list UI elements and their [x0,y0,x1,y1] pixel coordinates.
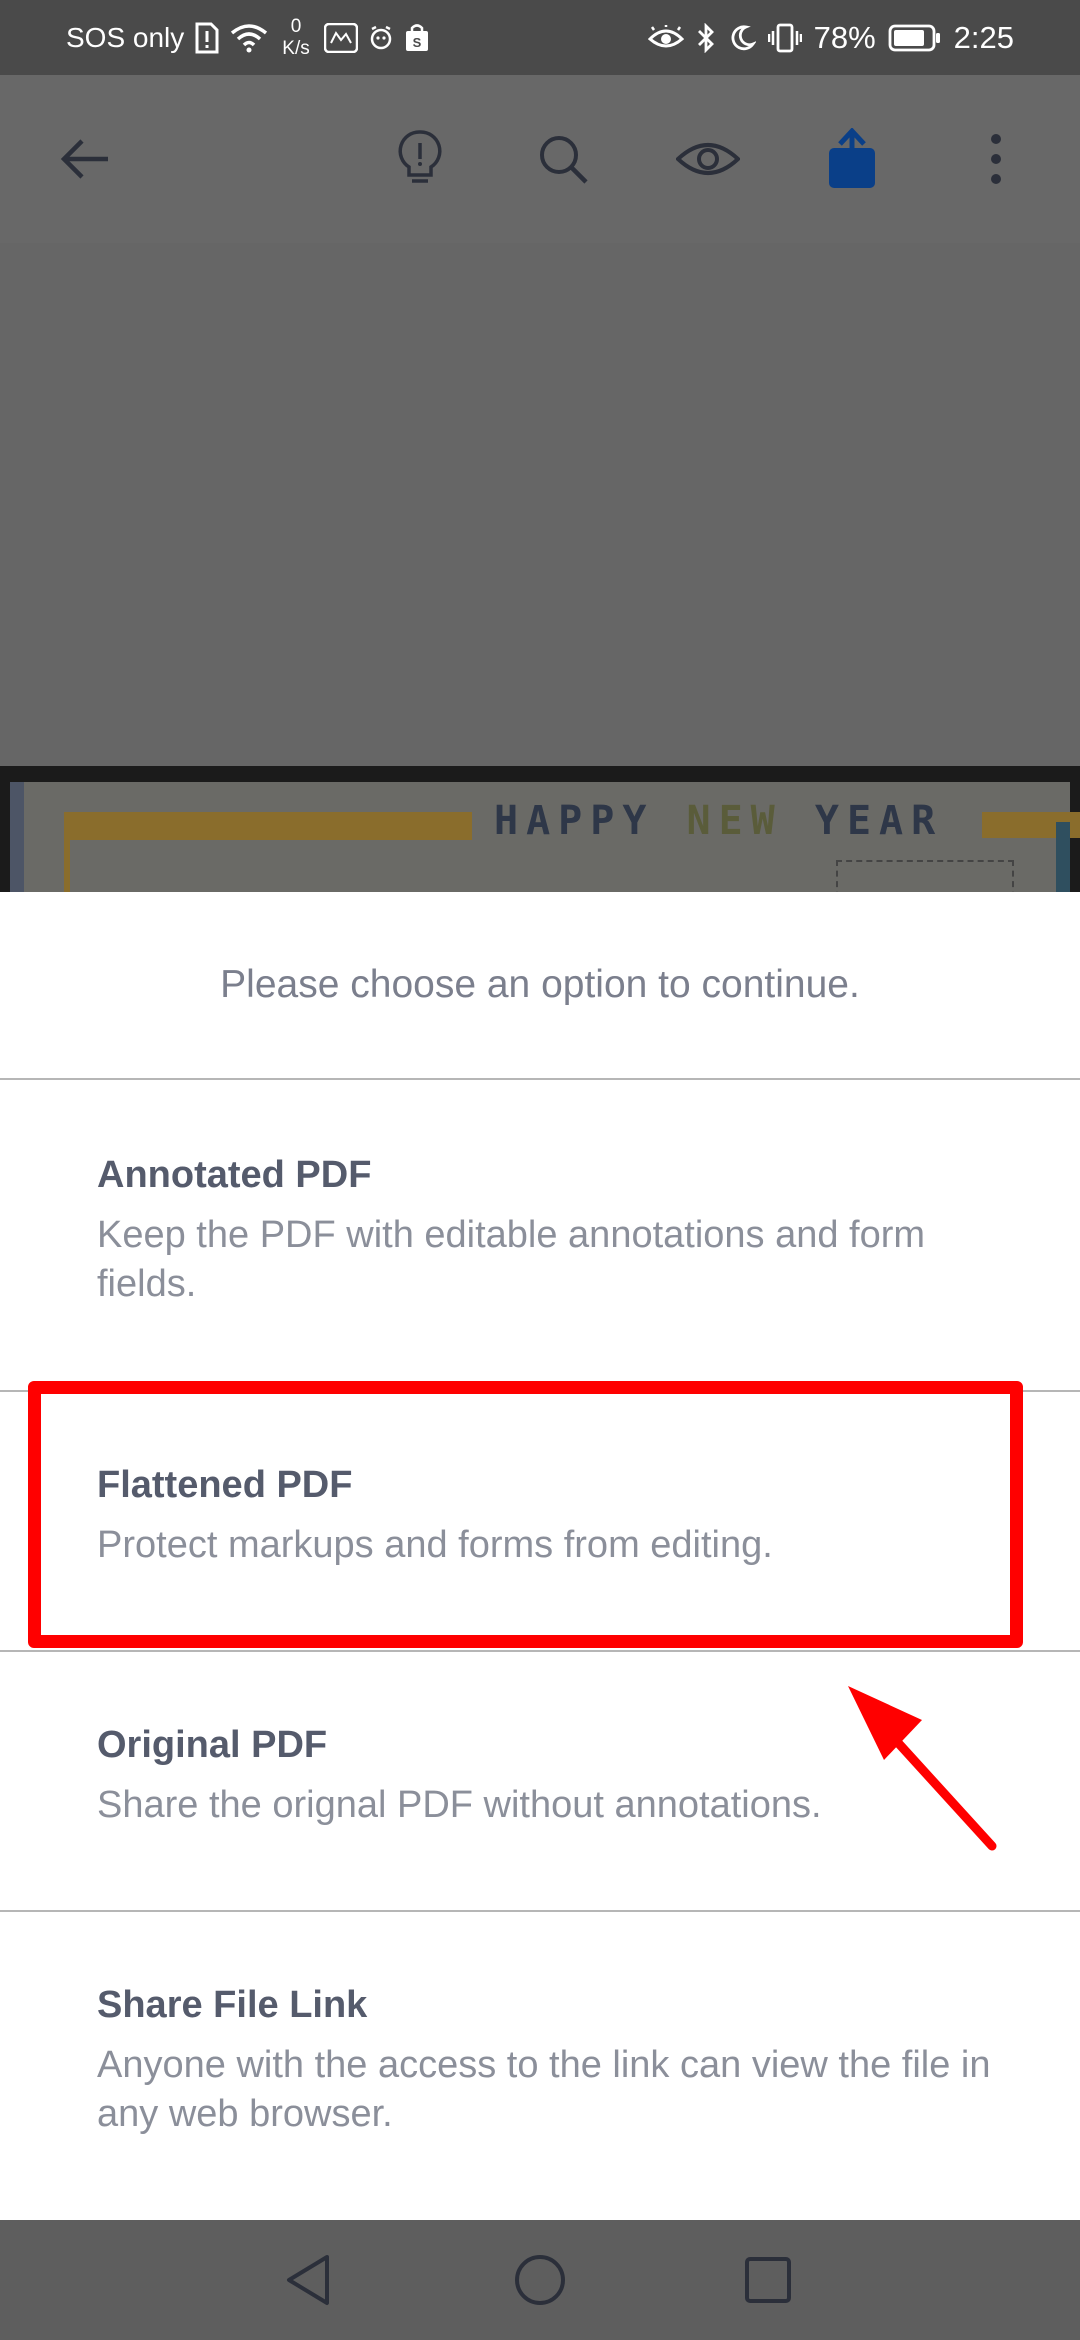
wifi-icon [230,23,268,53]
app-toolbar [0,75,1080,243]
system-nav-bar [0,2220,1080,2340]
view-mode-button[interactable] [668,119,748,199]
tips-button[interactable] [380,119,460,199]
option-title: Annotated PDF [97,1154,372,1196]
eye-icon [676,143,740,175]
card-title: HAPPY NEW YEAR [494,798,944,844]
recents-square-icon [745,2257,791,2303]
shopping-bag-icon: S [404,23,430,53]
sim-alert-icon [194,22,220,54]
vibrate-icon [767,23,802,53]
search-icon [540,136,588,184]
greeting-card: HAPPY NEW YEAR [10,782,1080,892]
share-icon [829,128,875,188]
svg-text:S: S [412,35,421,50]
net-speed: 0 K/s [282,16,309,60]
net-speed-unit: K/s [282,37,310,59]
more-vert-icon [991,134,1001,184]
option-title: Share File Link [97,1984,368,2026]
battery-percent: 78% [813,19,876,55]
nav-home-button[interactable] [500,2240,580,2320]
eye-comfort-icon [647,24,684,51]
bluetooth-icon [696,22,716,53]
sheet-prompt: Please choose an option to continue. [220,963,860,1006]
do-not-disturb-moon-icon [728,24,756,52]
share-button[interactable] [812,119,892,199]
lightbulb-icon [398,130,442,183]
back-triangle-icon [287,2255,329,2305]
clock-time: 2:25 [953,19,1014,55]
alarm-app-icon [368,25,394,51]
document-page-preview: HAPPY NEW YEAR [0,766,1080,892]
carrier-label: SOS only [66,21,185,53]
option-description: Keep the PDF with editable annotations a… [97,1214,926,1305]
back-button[interactable] [44,119,124,199]
pdf-app-icon [323,22,358,53]
option-share-file-link[interactable]: Share File Link Anyone with the access t… [0,1912,1080,2212]
nav-recents-button[interactable] [728,2240,808,2320]
home-circle-icon [515,2255,565,2305]
option-description: Anyone with the access to the link can v… [97,2044,991,2135]
stamp-placeholder [836,860,1014,892]
net-speed-value: 0 [290,15,302,37]
battery-icon [888,24,942,52]
option-title: Original PDF [97,1724,328,1766]
search-button[interactable] [523,119,603,199]
nav-back-button[interactable] [268,2240,348,2320]
pointer-arrow-icon [848,1686,997,1851]
highlight-box [28,1381,1023,1648]
status-bar: SOS only 0 K/s S 78% 2:25 [0,0,1080,75]
more-options-button[interactable] [956,119,1036,199]
option-annotated-pdf[interactable]: Annotated PDF Keep the PDF with editable… [0,1080,1080,1305]
document-viewer [0,243,1080,766]
back-arrow-icon [60,139,108,179]
